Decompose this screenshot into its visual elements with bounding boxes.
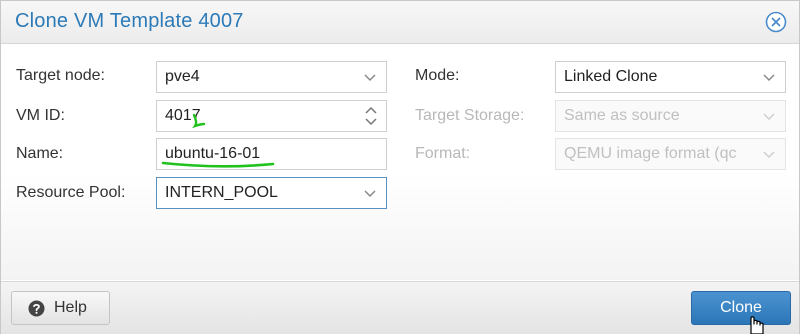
vm-id-input[interactable]: 4017 <box>156 100 387 132</box>
target-node-value: pve4 <box>165 68 200 85</box>
format-label: Format: <box>415 145 471 162</box>
help-button[interactable]: Help <box>11 291 110 325</box>
vm-id-label: VM ID: <box>16 107 65 124</box>
resource-pool-label: Resource Pool: <box>16 184 126 201</box>
vm-id-value: 4017 <box>165 107 201 124</box>
chevron-down-icon <box>763 151 775 159</box>
dialog-footer: Help Clone <box>1 281 799 334</box>
chevron-down-icon[interactable] <box>364 187 376 199</box>
help-button-label: Help <box>54 299 87 316</box>
name-label: Name: <box>16 145 64 162</box>
resource-pool-value: INTERN_POOL <box>165 184 278 201</box>
chevron-down-icon[interactable] <box>364 71 376 83</box>
spinner-arrows-icon[interactable] <box>364 104 378 128</box>
target-node-select[interactable]: pve4 <box>156 61 387 93</box>
name-value: ubuntu-16-01 <box>165 145 261 162</box>
mode-label: Mode: <box>415 67 460 84</box>
name-input[interactable]: ubuntu-16-01 <box>156 138 387 170</box>
dialog-title: Clone VM Template 4007 <box>15 10 244 32</box>
target-storage-select: Same as source <box>555 100 786 132</box>
close-icon[interactable] <box>765 11 787 33</box>
clone-button[interactable]: Clone <box>691 291 791 325</box>
dialog-titlebar: Clone VM Template 4007 <box>1 1 799 44</box>
clone-vm-dialog: Clone VM Template 4007 Target node: pve4… <box>0 0 800 334</box>
target-storage-label: Target Storage: <box>415 107 525 124</box>
format-value: QEMU image format (qc <box>564 145 737 162</box>
mode-value: Linked Clone <box>564 68 658 85</box>
chevron-down-icon[interactable] <box>763 71 775 83</box>
mode-select[interactable]: Linked Clone <box>555 61 786 93</box>
hand-pointer-icon <box>750 316 764 334</box>
format-select: QEMU image format (qc <box>555 138 786 170</box>
question-circle-icon <box>28 300 45 317</box>
target-node-label: Target node: <box>16 67 105 84</box>
resource-pool-select[interactable]: INTERN_POOL <box>156 177 387 209</box>
chevron-down-icon <box>763 113 775 121</box>
dialog-body: Target node: pve4 VM ID: 4017 Name: ubun… <box>1 44 799 280</box>
target-storage-value: Same as source <box>564 107 680 124</box>
